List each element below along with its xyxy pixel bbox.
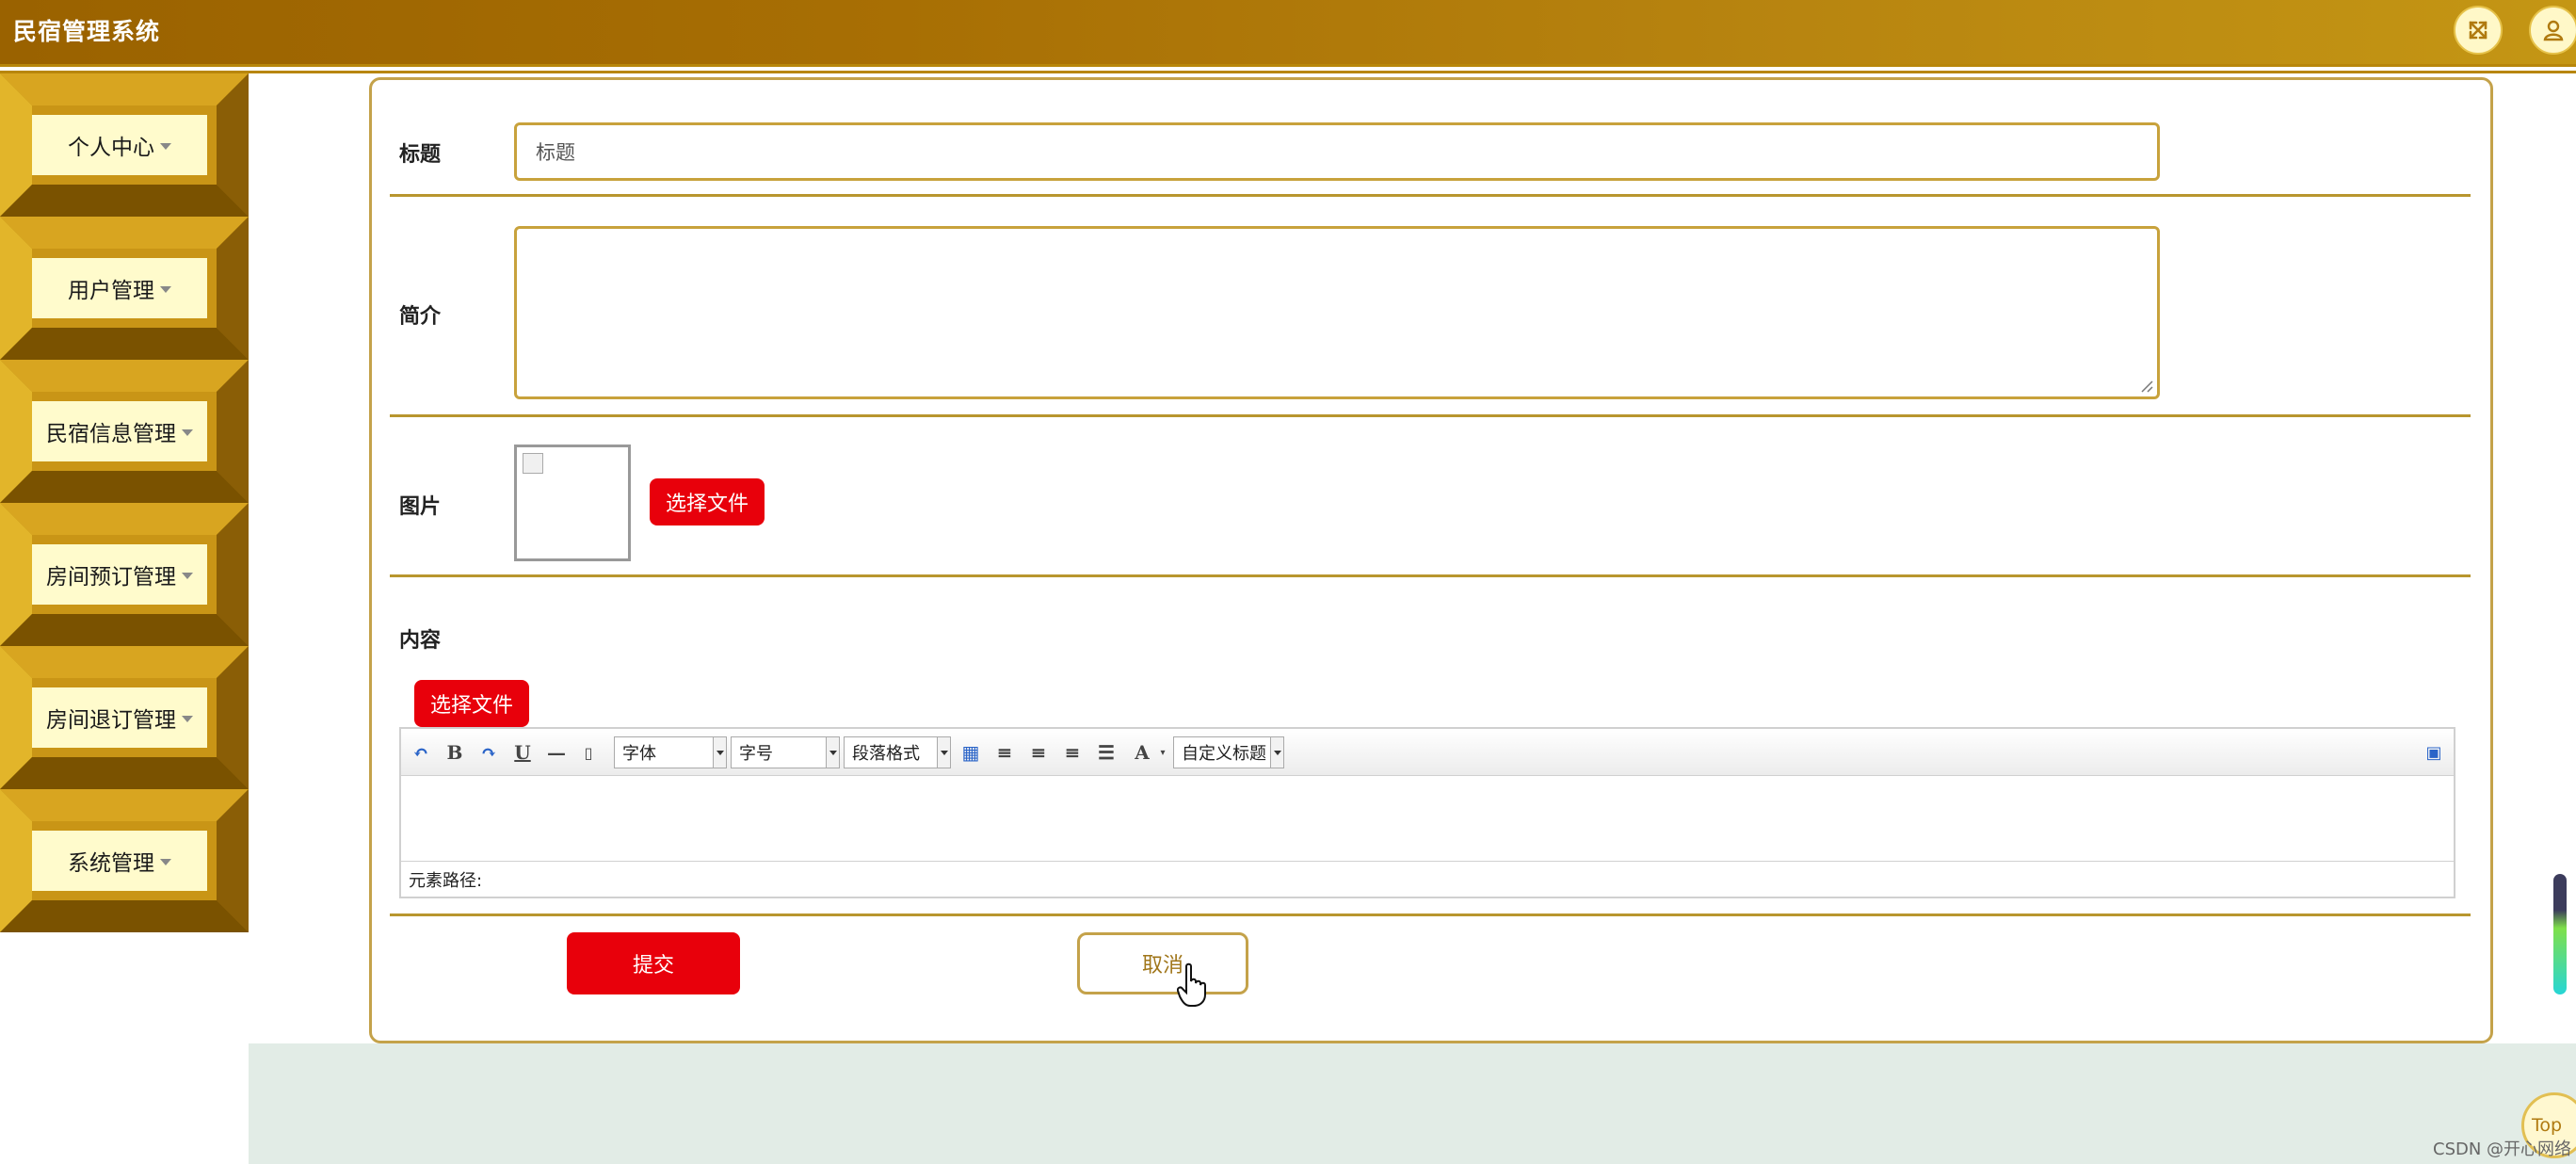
align-right-icon[interactable]: ≡ (1026, 740, 1051, 765)
sidebar-item-user-management[interactable]: 用户管理 (0, 217, 249, 360)
user-button[interactable] (2529, 6, 2576, 55)
scroll-indicator[interactable] (2553, 874, 2567, 994)
image-label: 图片 (399, 495, 442, 519)
title-label: 标题 (399, 143, 442, 167)
fullscreen-button[interactable] (2454, 6, 2503, 55)
rich-text-editor: ↶ B ↷ U — ▯ 字体 字号 段落格式 ▦ ≡ ≡ ≡ ☰ A ▾ 自定义… (399, 727, 2455, 898)
font-color-dropdown-icon[interactable]: ▾ (1151, 740, 1175, 765)
broken-image-icon (523, 453, 543, 474)
watermark-text: CSDN @开心网络 (2433, 1140, 2572, 1159)
justify-icon[interactable]: ☰ (1094, 740, 1119, 765)
sidebar-item-label: 系统管理 (32, 831, 207, 891)
resize-grip-icon[interactable] (2138, 378, 2153, 393)
header-divider (0, 64, 2576, 73)
row-divider (390, 574, 2471, 577)
custom-title-select[interactable]: 自定义标题 (1173, 736, 1284, 768)
font-family-select[interactable]: 字体 (614, 736, 727, 768)
caret-down-icon (182, 572, 193, 579)
content-label: 内容 (399, 629, 442, 653)
fullscreen-icon (2469, 21, 2487, 40)
caret-down-icon (160, 285, 171, 293)
align-center-icon[interactable]: ≡ (1060, 740, 1085, 765)
redo-icon[interactable]: ↷ (476, 740, 501, 765)
caret-down-icon (182, 715, 193, 722)
sidebar-item-room-booking[interactable]: 房间预订管理 (0, 503, 249, 646)
submit-button[interactable]: 提交 (567, 932, 740, 994)
editor-toolbar: ↶ B ↷ U — ▯ 字体 字号 段落格式 ▦ ≡ ≡ ≡ ☰ A ▾ 自定义… (401, 729, 2454, 776)
align-left-icon[interactable]: ≡ (992, 740, 1017, 765)
caret-down-icon (160, 142, 171, 150)
paragraph-format-select[interactable]: 段落格式 (844, 736, 951, 768)
caret-down-icon (182, 428, 193, 436)
editor-element-path: 元素路径: (401, 861, 2454, 897)
intro-label: 简介 (399, 305, 442, 329)
app-window: 民宿管理系统 个人中心 用户管理 民宿信息管理 房间预订管理 房间退订管理 系统… (0, 0, 2576, 1164)
footer-background (249, 1043, 2576, 1164)
content-upload-button[interactable]: 选择文件 (414, 680, 529, 727)
sidebar-item-label: 房间预订管理 (32, 544, 207, 605)
font-size-select[interactable]: 字号 (731, 736, 840, 768)
sidebar-item-room-cancellation[interactable]: 房间退订管理 (0, 646, 249, 789)
table-icon[interactable]: ▦ (958, 740, 983, 765)
image-upload-button[interactable]: 选择文件 (650, 478, 765, 525)
row-divider (390, 194, 2471, 197)
hand-cursor-icon (1177, 962, 1206, 1007)
app-title: 民宿管理系统 (13, 18, 161, 45)
horizontal-rule-icon[interactable]: — (544, 740, 569, 765)
image-preview (514, 445, 631, 561)
sidebar-item-label: 房间退订管理 (32, 687, 207, 748)
sidebar-item-system-management[interactable]: 系统管理 (0, 789, 249, 932)
sidebar-item-personal-center[interactable]: 个人中心 (0, 73, 249, 217)
bold-icon[interactable]: B (443, 740, 467, 765)
user-icon (2543, 20, 2564, 41)
fullscreen-editor-icon[interactable]: ▣ (2422, 740, 2446, 765)
underline-icon[interactable]: U (510, 740, 535, 765)
editor-content-area[interactable] (401, 776, 2454, 861)
top-header: 民宿管理系统 (0, 0, 2576, 64)
sidebar-item-label: 个人中心 (32, 115, 207, 175)
sidebar-item-homestay-info[interactable]: 民宿信息管理 (0, 360, 249, 503)
intro-textarea[interactable] (514, 226, 2160, 399)
undo-icon[interactable]: ↶ (409, 740, 433, 765)
document-icon[interactable]: ▯ (576, 740, 601, 765)
sidebar: 个人中心 用户管理 民宿信息管理 房间预订管理 房间退订管理 系统管理 (0, 73, 249, 940)
cancel-button[interactable]: 取消 (1077, 932, 1248, 994)
sidebar-item-label: 民宿信息管理 (32, 401, 207, 461)
title-placeholder: 标题 (536, 141, 575, 164)
form-panel (369, 77, 2493, 1043)
row-divider (390, 414, 2471, 417)
title-input[interactable]: 标题 (514, 122, 2160, 181)
row-divider (390, 913, 2471, 916)
caret-down-icon (160, 858, 171, 865)
sidebar-item-label: 用户管理 (32, 258, 207, 318)
